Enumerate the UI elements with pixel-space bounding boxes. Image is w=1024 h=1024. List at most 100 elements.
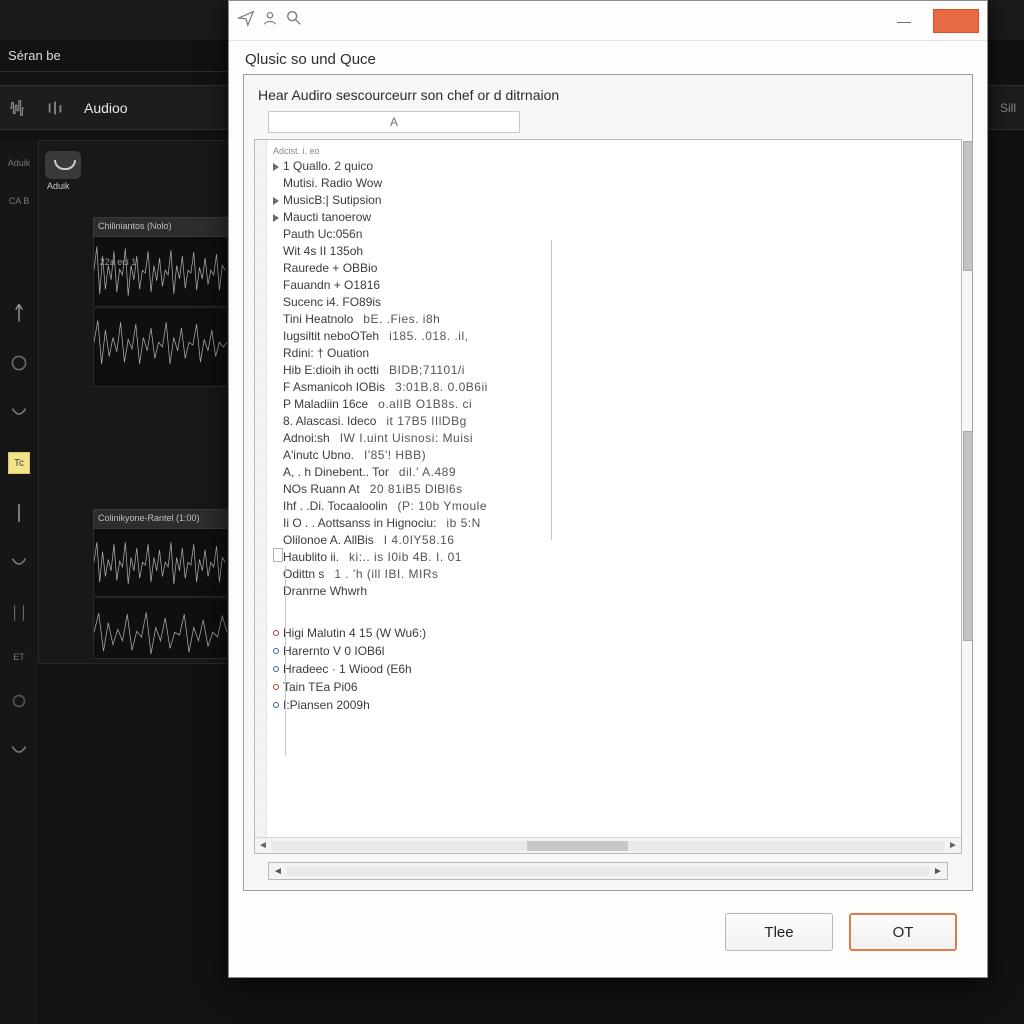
list-item[interactable]: Ihf . .Di. Tocaaloolin(P: 10b Ymoule (273, 498, 957, 515)
panel-scroll-right-icon[interactable]: ► (929, 866, 947, 877)
list-item[interactable]: Ii O . . Aottsanss in Hignociu:ib 5:N (273, 515, 957, 532)
panel-hscroll[interactable]: ◄ ► (268, 862, 948, 880)
wave-group-2b (93, 599, 228, 659)
item-key: Hradeec · 1 Wiood (E6h (283, 661, 412, 678)
list-item[interactable]: Sucenc i4. FO89is (273, 294, 957, 311)
cup-icon[interactable] (8, 402, 30, 424)
list-hscroll[interactable]: ◄ ► (255, 837, 961, 853)
item-key: Higi Malutin 4 15 (W Wu6:) (283, 625, 426, 642)
marker-icon (273, 385, 279, 391)
hscroll-thumb[interactable] (527, 841, 628, 851)
list-item[interactable]: I:Piansen 2009h (273, 696, 957, 714)
item-key: Hib E:dioih ih octti (283, 362, 379, 379)
list-item[interactable]: Adnoi:shIW I.uint Uisnosi: Muisi (273, 430, 957, 447)
hscroll-track[interactable] (271, 841, 945, 851)
close-button[interactable] (933, 9, 979, 33)
item-key: Haublito ii. (283, 549, 339, 566)
wave-canvas-2b[interactable] (93, 599, 228, 659)
filter-row (254, 111, 962, 133)
list-item[interactable]: Odittn s1 . 'h (ill IBI. MIRs (273, 566, 957, 583)
vscroll-thumb-top[interactable] (963, 141, 973, 271)
pointer2-icon[interactable] (8, 502, 30, 524)
list-item[interactable]: Maucti tanoerow (273, 209, 957, 226)
waveform-icon (8, 99, 26, 117)
arrow-icon (273, 163, 279, 171)
wave-group-1: Chiliniantos (Nolo) 22a eci 1 (93, 217, 228, 307)
search-icon (285, 9, 303, 32)
panel-hscroll-track[interactable] (287, 866, 929, 876)
item-key: Olilonoe A. AllBis (283, 532, 374, 549)
wave-canvas-2a[interactable] (93, 529, 228, 597)
wave-canvas-1b[interactable] (93, 309, 228, 387)
list-item[interactable]: MusicB:| Sutipsion (273, 192, 957, 209)
tc-icon[interactable]: Tc (8, 452, 30, 474)
track-thumb-icon[interactable] (45, 151, 81, 179)
marker-icon (273, 436, 279, 442)
list-body[interactable]: Adcist. i. eo 1 Quallo. 2 quicoMutisi. R… (267, 140, 961, 853)
list-item[interactable]: Tini HeatnolobE. .Fies. i8h (273, 311, 957, 328)
list-item[interactable]: Hib E:dioih ih octtiBIDB;71101/i (273, 362, 957, 379)
marker-icon (273, 266, 279, 272)
list-item[interactable]: F Asmanicoh IOBis3:01B.8. 0.0B6ii (273, 379, 957, 396)
item-key: Wit 4s II 135oh (283, 243, 363, 260)
list-item[interactable]: Pauth Uc:056n (273, 226, 957, 243)
dot-red-icon (273, 630, 279, 636)
line-icon[interactable] (8, 602, 30, 624)
list-item[interactable]: A, . h Dinebent.. Tordil.' A.489 (273, 464, 957, 481)
list-item[interactable]: Dranrne Whwrh (273, 583, 957, 600)
list-item[interactable]: Tain TEa Pi06 (273, 678, 957, 696)
item-value: 1 . 'h (ill IBI. MIRs (334, 566, 438, 583)
list-item[interactable]: 1 Quallo. 2 quico (273, 158, 957, 175)
sound-source-dialog: — Qlusic so und Quce Hear Audiro sescour… (228, 0, 988, 978)
send-icon (237, 9, 255, 32)
panel-scroll-left-icon[interactable]: ◄ (269, 866, 287, 877)
item-value: 20 81iB5 DlBl6s (370, 481, 463, 498)
list-item[interactable]: Olilonoe A. AllBisI 4.0IY58.16 (273, 532, 957, 549)
dialog-titlebar[interactable]: — (229, 1, 987, 41)
item-key: 8. Alascasi. Ideco (283, 413, 376, 430)
list-item[interactable]: Fauandn + O1816 (273, 277, 957, 294)
side-rule (551, 240, 552, 540)
marker-icon (273, 351, 279, 357)
list-item[interactable]: A'inutc Ubno.I'85'! HBB) (273, 447, 957, 464)
scroll-left-icon[interactable]: ◄ (255, 839, 271, 853)
item-value: it 17B5 IIlDBg (386, 413, 466, 430)
minimize-button[interactable]: — (881, 9, 927, 33)
track-mini-label: Aduik (47, 181, 70, 191)
list-item[interactable]: NOs Ruann At20 81iB5 DlBl6s (273, 481, 957, 498)
list-item[interactable]: 8. Alascasi. Ideco it 17B5 IIlDBg (273, 413, 957, 430)
cup2-icon[interactable] (8, 552, 30, 574)
item-key: P Maladiin 16ce (283, 396, 368, 413)
ok-button[interactable]: OT (849, 913, 957, 951)
marker-icon (273, 368, 279, 374)
item-value: i185. .018. .il, (389, 328, 468, 345)
list-item[interactable]: Rdini: † Ouation (273, 345, 957, 362)
scroll-right-icon[interactable]: ► (945, 839, 961, 853)
item-key: Adnoi:sh (283, 430, 330, 447)
expand-box-icon[interactable] (273, 548, 283, 562)
marker-icon (273, 470, 279, 476)
wave-header-2[interactable]: Colinikyone-Rantel (1:00) (93, 509, 228, 529)
list-item[interactable]: Raurede + OBBio (273, 260, 957, 277)
list-item[interactable]: Hradeec · 1 Wiood (E6h (273, 660, 957, 678)
cup3-icon[interactable] (8, 740, 30, 762)
cancel-button[interactable]: Tlee (725, 913, 833, 951)
circle-icon[interactable] (8, 352, 30, 374)
list-item[interactable]: Harernto V 0 IOB6l (273, 642, 957, 660)
dialog-vscroll[interactable] (961, 141, 975, 831)
list-item[interactable]: Wit 4s II 135oh (273, 243, 957, 260)
circle2-icon[interactable] (8, 690, 30, 712)
toolbar-short-label: Sill (1000, 101, 1016, 115)
list-item[interactable]: Mutisi. Radio Wow (273, 175, 957, 192)
list-item[interactable]: P Maladiin 16ceo.alIB O1B8s. ci (273, 396, 957, 413)
marker-icon (273, 334, 279, 340)
list-item[interactable]: Higi Malutin 4 15 (W Wu6:) (273, 624, 957, 642)
list-item[interactable]: Haublito ii.ki:.. is I0ib 4B. I. 01 (273, 549, 957, 566)
filter-input[interactable] (268, 111, 520, 133)
dot-red-icon (273, 684, 279, 690)
rail-label-aduik: Aduik (8, 158, 31, 168)
pointer-icon[interactable] (8, 302, 30, 324)
vscroll-thumb-bottom[interactable] (963, 431, 973, 641)
list-item[interactable]: Iugsiltit neboOTehi185. .018. .il, (273, 328, 957, 345)
dialog-button-row: Tlee OT (229, 891, 987, 977)
